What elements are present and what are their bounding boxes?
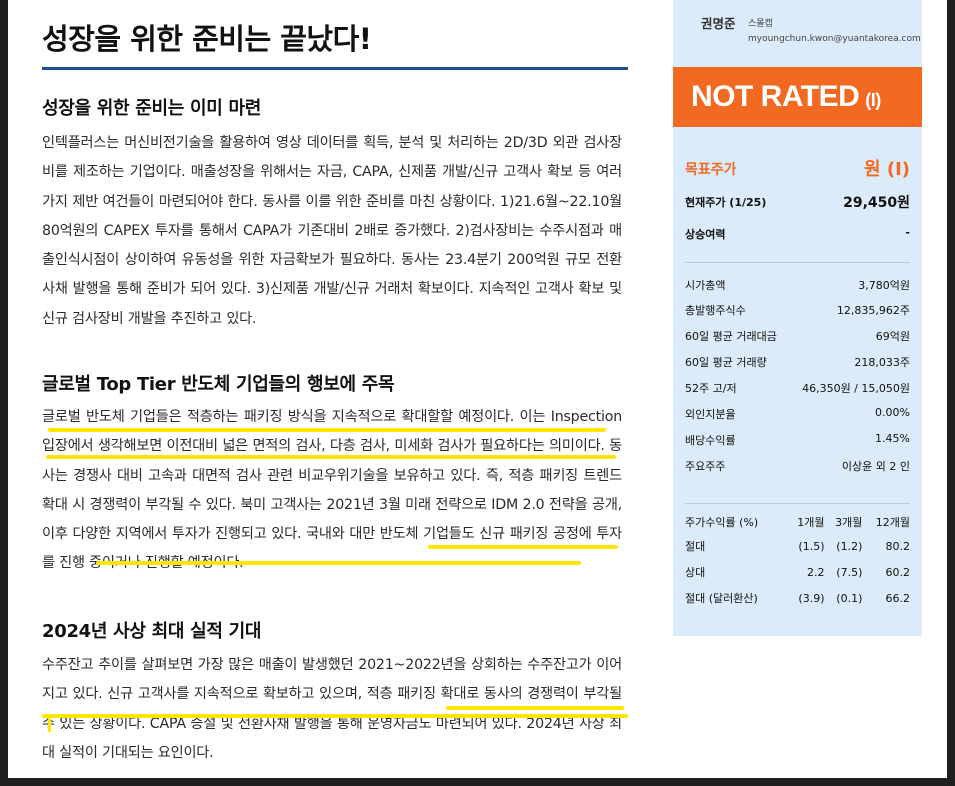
stat-label: 시가총액 [685,279,726,292]
table-cell: 절대 [685,540,706,553]
stat-label: 주요주주 [685,460,726,473]
stat-value: 12,835,962주 [836,304,910,317]
stock-return-table: 주가수익률 (%) 1개월 3개월 12개월 절대 (1.5) (1.2) 80… [685,511,910,611]
stat-row: 주요주주 이상윤 외 2 인 [685,458,910,480]
highlight-mark [46,455,616,459]
stat-value: 이상윤 외 2 인 [841,460,910,473]
table-header-cell: 주가수익률 (%) [685,516,759,529]
section-heading-2: 글로벌 Top Tier 반도체 기업들의 행보에 주목 [42,374,395,395]
table-cell: (3.9) [798,591,825,605]
table-header-cell: 3개월 [835,516,863,529]
title-divider [42,67,628,70]
analyst-name: 권명준 [701,16,736,31]
section-heading-3: 2024년 사상 최대 실적 기대 [42,621,262,642]
table-cell: 60.2 [885,565,911,579]
table-cell: (1.2) [836,539,863,553]
table-cell: 2.2 [807,565,825,579]
table-cell: 상대 [685,566,706,579]
page-title: 성장을 위한 준비는 끝났다! [42,22,372,56]
table-cell: 66.2 [885,591,911,605]
stat-value: 218,033주 [854,356,910,369]
highlight-mark [446,706,624,710]
stat-row: 60일 평균 거래대금 69억원 [685,328,910,350]
stat-row: 배당수익률 1.45% [685,432,910,454]
stat-row: 총발행주식수 12,835,962주 [685,302,910,324]
sidebar-divider [685,262,910,263]
table-cell: (1.5) [798,539,825,553]
row-label: 상승여력 [685,228,726,241]
section-heading-1: 성장을 위한 준비는 이미 마련 [42,98,261,119]
rating-text: NOT RATED (I) [691,80,881,114]
stat-value: 3,780억원 [858,279,910,292]
highlight-mark [42,714,628,718]
stat-value: 69억원 [875,330,910,343]
stat-row: 60일 평균 거래량 218,033주 [685,354,910,376]
stat-value: 1.45% [875,432,910,445]
stat-row: 시가총액 3,780억원 [685,277,910,299]
stat-row: 외인지분율 0.00% [685,406,910,428]
table-header-cell: 1개월 [797,516,825,529]
table-cell: 80.2 [885,539,911,553]
rating-main: NOT RATED [691,80,860,113]
table-cell: (0.1) [836,591,863,605]
stat-row: 52주 고/저 46,350원 / 15,050원 [685,380,910,402]
rating-sub: (I) [865,90,881,110]
table-header-row: 주가수익률 (%) 1개월 3개월 12개월 [685,511,910,533]
analyst-email[interactable]: myoungchun.kwon@yuantakorea.com [748,34,921,44]
analyst-team: 스몰캡 [748,19,773,29]
stat-label: 60일 평균 거래량 [685,356,767,369]
stat-value: 0.00% [875,406,910,419]
table-cell: 절대 (달러환산) [685,592,758,605]
current-price-row: 현재주가 (1/25) 29,450원 [685,194,910,216]
table-header-cell: 12개월 [875,516,910,529]
section-body-1: 인텍플러스는 머신비전기술을 활용하여 영상 데이터를 획득, 분석 및 처리하… [42,135,622,327]
target-price-label: 목표주가 [685,162,737,178]
rating-banner: NOT RATED (I) [673,67,922,127]
stat-label: 52주 고/저 [685,382,737,395]
stat-label: 60일 평균 거래대금 [685,330,777,343]
stat-label: 총발행주식수 [685,304,746,317]
stat-label: 배당수익률 [685,434,736,447]
table-cell: (7.5) [836,565,863,579]
highlight-mark [428,545,618,549]
stat-label: 외인지분율 [685,408,736,421]
report-page: 성장을 위한 준비는 끝났다! 성장을 위한 준비는 이미 마련 인텍플러스는 … [8,0,947,778]
row-value: - [905,226,910,239]
upside-row: 상승여력 - [685,226,910,248]
highlight-mark [48,718,51,732]
target-price-value: 원 (I) [864,159,910,180]
table-row: 절대 (달러환산) (3.9) (0.1) 66.2 [685,585,910,611]
row-label: 현재주가 (1/25) [685,196,767,209]
sidebar-divider [685,503,910,504]
stat-value: 46,350원 / 15,050원 [802,382,910,395]
stock-info-sidebar: 권명준 스몰캡 myoungchun.kwon@yuantakorea.com … [673,0,922,636]
row-value: 29,450원 [843,195,910,211]
table-row: 절대 (1.5) (1.2) 80.2 [685,533,910,559]
highlight-mark [96,561,581,565]
table-row: 상대 2.2 (7.5) 60.2 [685,559,910,585]
highlight-mark [48,428,606,432]
